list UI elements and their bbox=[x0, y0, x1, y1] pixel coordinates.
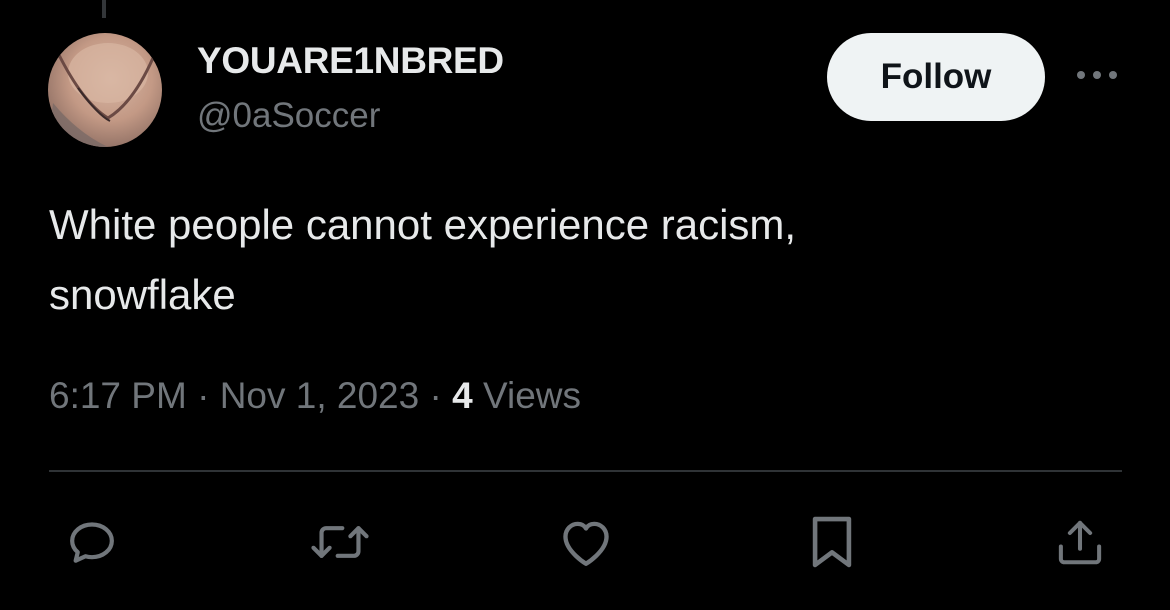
tweet-text: White people cannot experience racism, s… bbox=[49, 201, 797, 318]
bookmark-icon bbox=[812, 516, 852, 568]
author-handle[interactable]: @0aSoccer bbox=[197, 94, 380, 138]
tweet-date[interactable]: Nov 1, 2023 bbox=[220, 375, 420, 416]
ellipsis-icon bbox=[1077, 71, 1117, 79]
share-button[interactable] bbox=[1050, 512, 1110, 572]
heart-icon bbox=[563, 521, 609, 566]
like-button[interactable] bbox=[556, 512, 616, 572]
divider bbox=[49, 470, 1122, 472]
bookmark-button[interactable] bbox=[802, 512, 862, 572]
meta-separator: · bbox=[429, 375, 442, 416]
views-label: Views bbox=[482, 375, 581, 416]
tweet-metadata: 6:17 PM · Nov 1, 2023 · 4 Views bbox=[49, 372, 581, 420]
reply-button[interactable] bbox=[62, 512, 122, 572]
more-options-button[interactable] bbox=[1072, 60, 1122, 90]
tweet-time[interactable]: 6:17 PM bbox=[49, 375, 187, 416]
meta-separator: · bbox=[197, 375, 210, 416]
author-display-name[interactable]: YOUARE1NBRED bbox=[197, 38, 504, 84]
thread-connector-line bbox=[102, 0, 106, 18]
avatar-image bbox=[48, 43, 155, 147]
avatar[interactable] bbox=[48, 33, 162, 147]
retweet-button[interactable] bbox=[310, 512, 370, 572]
follow-button[interactable]: Follow bbox=[827, 33, 1045, 121]
share-upload-icon bbox=[1058, 520, 1102, 565]
retweet-arrows-icon bbox=[311, 526, 369, 558]
speech-bubble-icon bbox=[70, 522, 114, 563]
views-count: 4 bbox=[452, 375, 473, 416]
